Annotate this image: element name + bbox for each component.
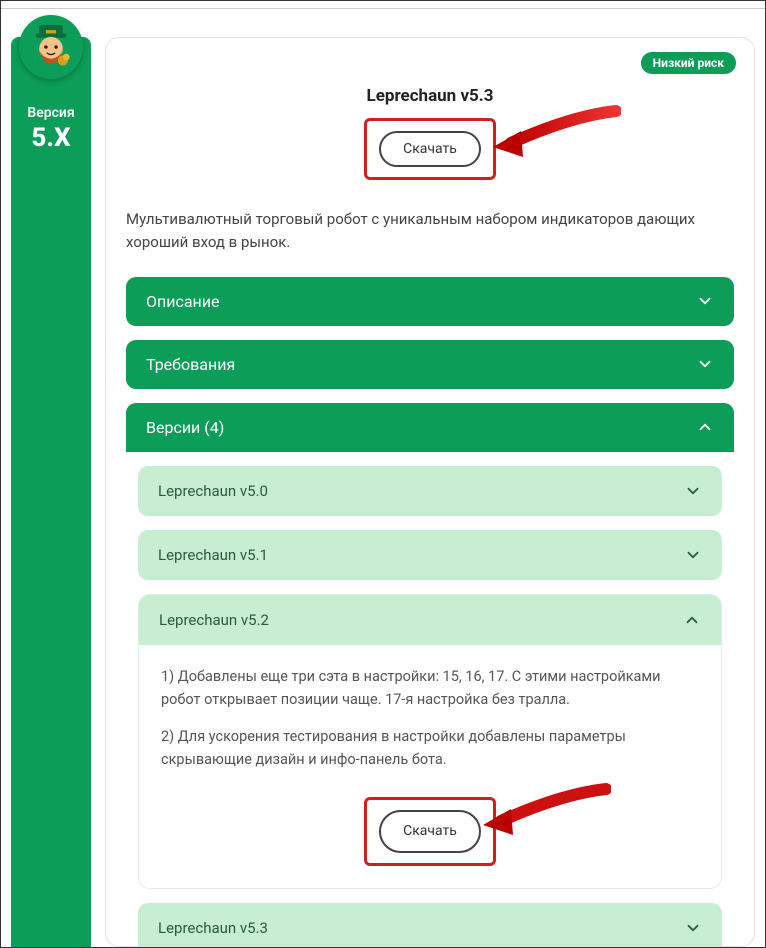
- leprechaun-icon: [24, 20, 78, 74]
- accordion-requirements[interactable]: Требования: [126, 340, 734, 389]
- changelog-note: 1) Добавлены еще три сэта в настройки: 1…: [161, 665, 699, 711]
- sidebar-version-label: Версия: [11, 105, 91, 121]
- accordion-versions[interactable]: Версии (4): [126, 403, 734, 452]
- version-name: Leprechaun v5.2: [159, 611, 269, 629]
- version-name: Leprechaun v5.0: [158, 482, 268, 500]
- chevron-down-icon: [696, 292, 714, 310]
- version-download-row: Скачать: [161, 785, 699, 865]
- version-item-5-3[interactable]: Leprechaun v5.3: [138, 903, 722, 947]
- accordion-description-label: Описание: [146, 292, 220, 311]
- product-card: Низкий риск Leprechaun v5.3 Скачать Муль…: [105, 37, 755, 947]
- annotation-arrow-icon: [481, 779, 611, 839]
- page-container: Версия 5.X Низкий риск Leprechaun v5.3 С…: [1, 9, 765, 947]
- chevron-down-icon: [684, 546, 702, 564]
- download-highlight-box: Скачать: [364, 118, 496, 180]
- leprechaun-avatar: [19, 15, 83, 79]
- version-name: Leprechaun v5.3: [158, 919, 268, 937]
- chevron-down-icon: [684, 919, 702, 937]
- version-name: Leprechaun v5.1: [158, 546, 268, 564]
- product-title: Leprechaun v5.3: [126, 86, 734, 106]
- sidebar-version-number: 5.X: [11, 123, 91, 153]
- chevron-down-icon: [684, 482, 702, 500]
- chevron-down-icon: [696, 355, 714, 373]
- version-item-5-2-expanded: Leprechaun v5.2 1) Добавлены еще три сэт…: [138, 594, 722, 889]
- chevron-up-icon: [696, 418, 714, 436]
- chevron-up-icon: [683, 611, 701, 629]
- download-button[interactable]: Скачать: [379, 131, 481, 167]
- annotation-arrow-icon: [491, 101, 621, 161]
- title-row: Leprechaun v5.3 Скачать: [126, 86, 734, 180]
- version-download-button[interactable]: Скачать: [379, 810, 481, 852]
- accordion-requirements-label: Требования: [146, 355, 235, 374]
- risk-badge: Низкий риск: [641, 52, 736, 74]
- version-5-2-notes: 1) Добавлены еще три сэта в настройки: 1…: [139, 645, 721, 888]
- download-highlight-box: Скачать: [364, 797, 496, 865]
- version-item-5-0[interactable]: Leprechaun v5.0: [138, 466, 722, 516]
- version-item-5-2[interactable]: Leprechaun v5.2: [139, 595, 721, 645]
- top-divider: [1, 1, 765, 9]
- versions-list: Leprechaun v5.0 Leprechaun v5.1 Leprecha…: [126, 452, 734, 948]
- accordion-group: Описание Требования Версии (4) Leprechau…: [126, 277, 734, 948]
- changelog-note: 2) Для ускорения тестирования в настройк…: [161, 725, 699, 771]
- product-description: Мультивалютный торговый робот с уникальн…: [126, 208, 734, 255]
- version-item-5-1[interactable]: Leprechaun v5.1: [138, 530, 722, 580]
- main-content: Низкий риск Leprechaun v5.3 Скачать Муль…: [91, 9, 765, 947]
- accordion-description[interactable]: Описание: [126, 277, 734, 326]
- sidebar: Версия 5.X: [11, 37, 91, 947]
- accordion-versions-label: Версии (4): [146, 418, 224, 437]
